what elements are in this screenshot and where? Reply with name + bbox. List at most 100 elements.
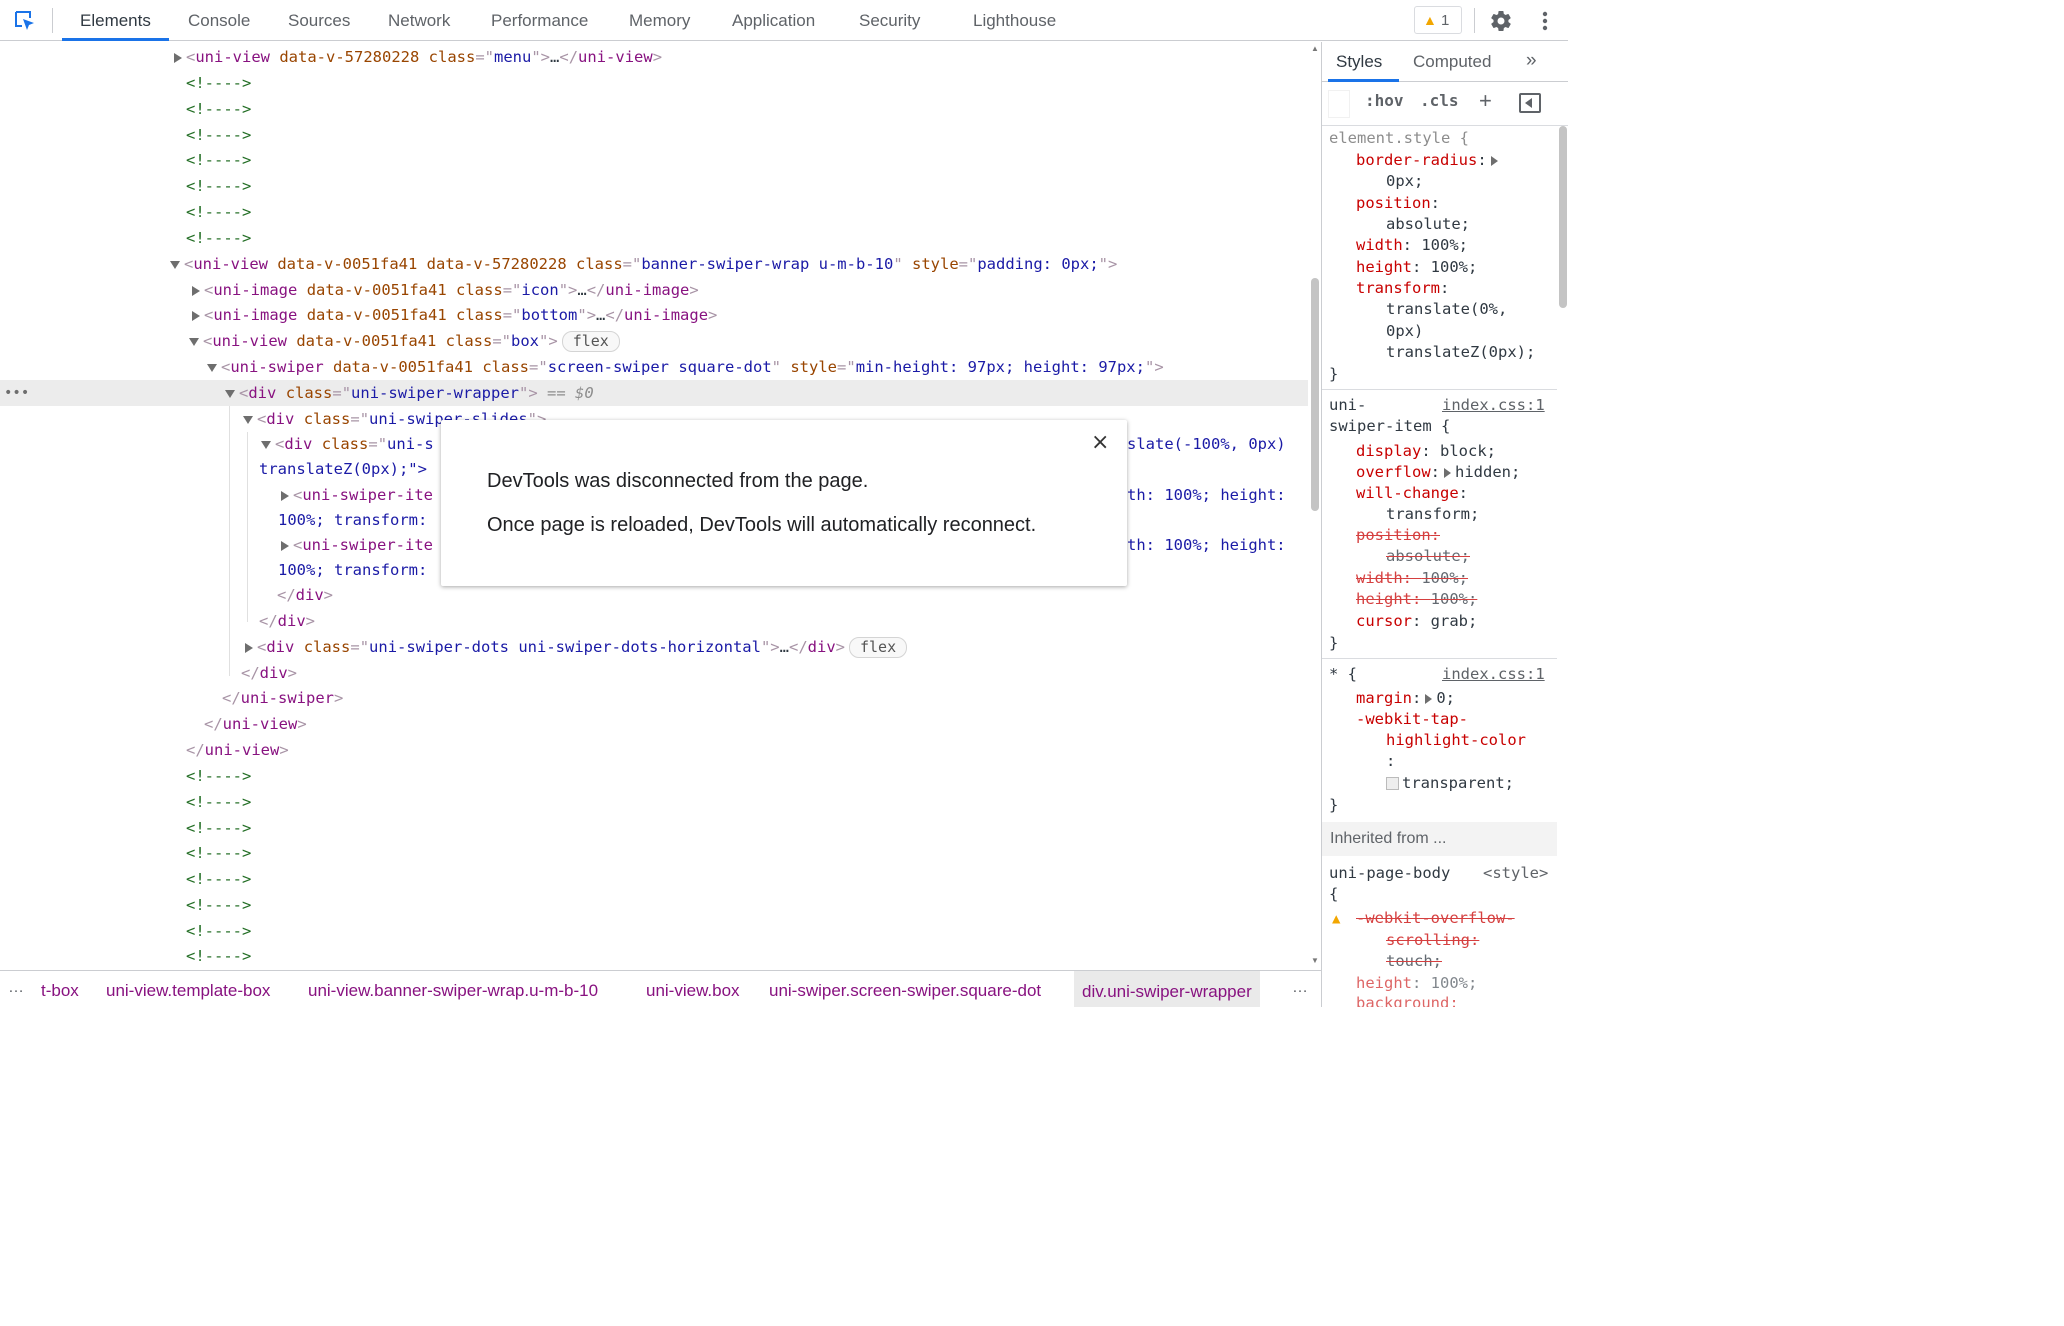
dom-close-tag[interactable]: </div> [241, 660, 297, 686]
hov-toggle[interactable]: :hov [1365, 91, 1404, 110]
collapse-arrow[interactable] [170, 260, 180, 269]
dom-node-image-bottom[interactable]: <uni-image data-v-0051fa41 class="bottom… [190, 302, 717, 328]
dom-comment[interactable]: <!----> [186, 122, 251, 148]
breadcrumb-item[interactable]: t-box [41, 981, 79, 1001]
dom-close-tag[interactable]: </uni-swiper> [222, 685, 343, 711]
filter-input[interactable] [1328, 90, 1350, 118]
style-property[interactable]: cursor: grab; [1356, 611, 1477, 632]
expand-arrow[interactable] [1490, 155, 1498, 166]
tab-lighthouse[interactable]: Lighthouse [973, 0, 1056, 41]
dom-comment[interactable]: <!----> [186, 147, 251, 173]
dom-comment[interactable]: <!----> [186, 199, 251, 225]
style-property[interactable]: height: 100%; [1356, 973, 1477, 994]
gear-icon[interactable] [1489, 9, 1513, 33]
rule-source-link[interactable]: index.css:1 [1442, 395, 1545, 416]
overridden-value[interactable]: touch; [1386, 951, 1442, 972]
dom-comment[interactable]: <!----> [186, 943, 251, 969]
tab-network[interactable]: Network [388, 0, 450, 41]
style-property[interactable]: width: 100%; [1356, 235, 1468, 256]
dom-comment[interactable]: <!----> [186, 840, 251, 866]
dom-comment[interactable]: <!----> [186, 96, 251, 122]
expand-arrow[interactable] [192, 310, 200, 321]
collapse-arrow[interactable] [189, 337, 199, 346]
dom-close-tag[interactable]: </uni-view> [204, 711, 307, 737]
dom-close-tag[interactable]: </uni-view> [186, 737, 289, 763]
expand-arrow[interactable] [245, 642, 253, 653]
overridden-value[interactable]: absolute; [1386, 546, 1470, 567]
dom-node-box[interactable]: <uni-view data-v-0051fa41 class="box"> fl… [189, 328, 620, 354]
rule-source-link[interactable]: <style> [1483, 863, 1548, 884]
dom-comment[interactable]: <!----> [186, 866, 251, 892]
dom-close-tag[interactable]: </div> [277, 582, 333, 608]
breadcrumb-item[interactable]: uni-view.banner-swiper-wrap.u-m-b-10 [308, 981, 598, 1001]
dom-node-swiper-dots[interactable]: <div class="uni-swiper-dots uni-swiper-d… [243, 634, 908, 660]
style-value[interactable]: translateZ(0px); [1386, 342, 1535, 363]
dom-close-tag[interactable]: </div> [259, 608, 315, 634]
tab-console[interactable]: Console [188, 0, 250, 41]
expand-arrow[interactable] [1425, 693, 1433, 704]
dom-node-swiper-wrapper-selected[interactable]: ••• <div class="uni-swiper-wrapper"> == … [0, 380, 1308, 406]
overridden-property[interactable]: scrolling: [1386, 930, 1479, 951]
tab-sources[interactable]: Sources [288, 0, 350, 41]
plus-icon[interactable]: + [1479, 88, 1492, 114]
tab-memory[interactable]: Memory [629, 0, 690, 41]
flex-badge[interactable]: flex [849, 637, 908, 658]
style-property[interactable]: margin: 0; [1356, 688, 1455, 709]
style-value[interactable]: 0px; [1386, 171, 1423, 192]
tab-security[interactable]: Security [859, 0, 920, 41]
tab-application[interactable]: Application [732, 0, 815, 41]
flex-badge[interactable]: flex [561, 331, 620, 352]
tab-styles[interactable]: Styles [1336, 42, 1382, 82]
style-property[interactable]: border-radius: [1356, 150, 1502, 171]
styles-scrollbar[interactable] [1557, 126, 1568, 1007]
overridden-property[interactable]: -webkit-overflow- [1356, 908, 1515, 929]
scrollbar-thumb[interactable] [1311, 278, 1319, 511]
breadcrumb-item-selected[interactable]: div.uni-swiper-wrapper [1074, 971, 1260, 1007]
style-property[interactable]: height: 100%; [1356, 257, 1477, 278]
style-property[interactable]: position: [1356, 193, 1440, 214]
node-actions-ellipsis[interactable]: ••• [4, 380, 29, 406]
rule-source-link[interactable]: index.css:1 [1442, 664, 1545, 685]
tab-computed[interactable]: Computed [1413, 42, 1491, 82]
style-property[interactable]: highlight-color [1386, 730, 1526, 751]
sidebar-toggle-icon[interactable] [1519, 93, 1541, 113]
breadcrumb-item[interactable]: uni-swiper.screen-swiper.square-dot [769, 981, 1041, 1001]
expand-arrow[interactable] [174, 52, 182, 63]
overridden-property[interactable]: position: [1356, 525, 1440, 546]
dom-comment[interactable]: <!----> [186, 173, 251, 199]
breadcrumb-item[interactable]: uni-view.box [646, 981, 740, 1001]
tab-elements[interactable]: Elements [80, 0, 151, 41]
style-value[interactable]: absolute; [1386, 214, 1470, 235]
breadcrumb-overflow-left[interactable]: … [8, 979, 24, 997]
dom-node-banner-swiper-wrap[interactable]: <uni-view data-v-0051fa41 data-v-5728022… [170, 251, 1117, 277]
inspect-element-icon[interactable] [13, 9, 37, 33]
scrollbar-thumb[interactable] [1559, 126, 1567, 308]
color-swatch[interactable] [1386, 777, 1399, 790]
chevron-double-right-icon[interactable]: » [1526, 50, 1537, 72]
dom-comment[interactable]: <!----> [186, 763, 251, 789]
kebab-menu-icon[interactable] [1535, 9, 1555, 33]
dom-comment[interactable]: <!----> [186, 789, 251, 815]
expand-arrow[interactable] [281, 490, 289, 501]
style-value[interactable]: 0px) [1386, 321, 1423, 342]
dom-node-swiper-frame[interactable]: <div class="uni-s [261, 431, 434, 457]
style-property[interactable]: overflow: hidden; [1356, 462, 1520, 483]
style-value[interactable]: transparent; [1386, 773, 1514, 794]
style-property[interactable]: display: block; [1356, 441, 1496, 462]
scroll-up-arrow[interactable]: ▲ [1311, 44, 1319, 53]
style-property[interactable]: will-change: [1356, 483, 1468, 504]
expand-arrow[interactable] [1444, 467, 1451, 478]
expand-arrow[interactable] [192, 285, 200, 296]
style-value[interactable]: translate(0%, [1386, 299, 1507, 320]
dom-comment[interactable]: <!----> [186, 225, 251, 251]
breadcrumb-overflow-right[interactable]: … [1292, 979, 1308, 997]
overridden-property[interactable]: width: 100%; [1356, 568, 1468, 589]
dom-comment[interactable]: <!----> [186, 918, 251, 944]
dom-node-image-icon[interactable]: <uni-image data-v-0051fa41 class="icon">… [190, 277, 699, 303]
dom-node-menu[interactable]: <uni-view data-v-57280228 class="menu">…… [172, 44, 662, 70]
style-property[interactable]: transform: [1356, 278, 1449, 299]
collapse-arrow[interactable] [207, 363, 217, 372]
dom-comment[interactable]: <!----> [186, 815, 251, 841]
dom-node-swiper-item[interactable]: <uni-swiper-ite [279, 532, 433, 558]
breadcrumb-item[interactable]: uni-view.template-box [106, 981, 270, 1001]
